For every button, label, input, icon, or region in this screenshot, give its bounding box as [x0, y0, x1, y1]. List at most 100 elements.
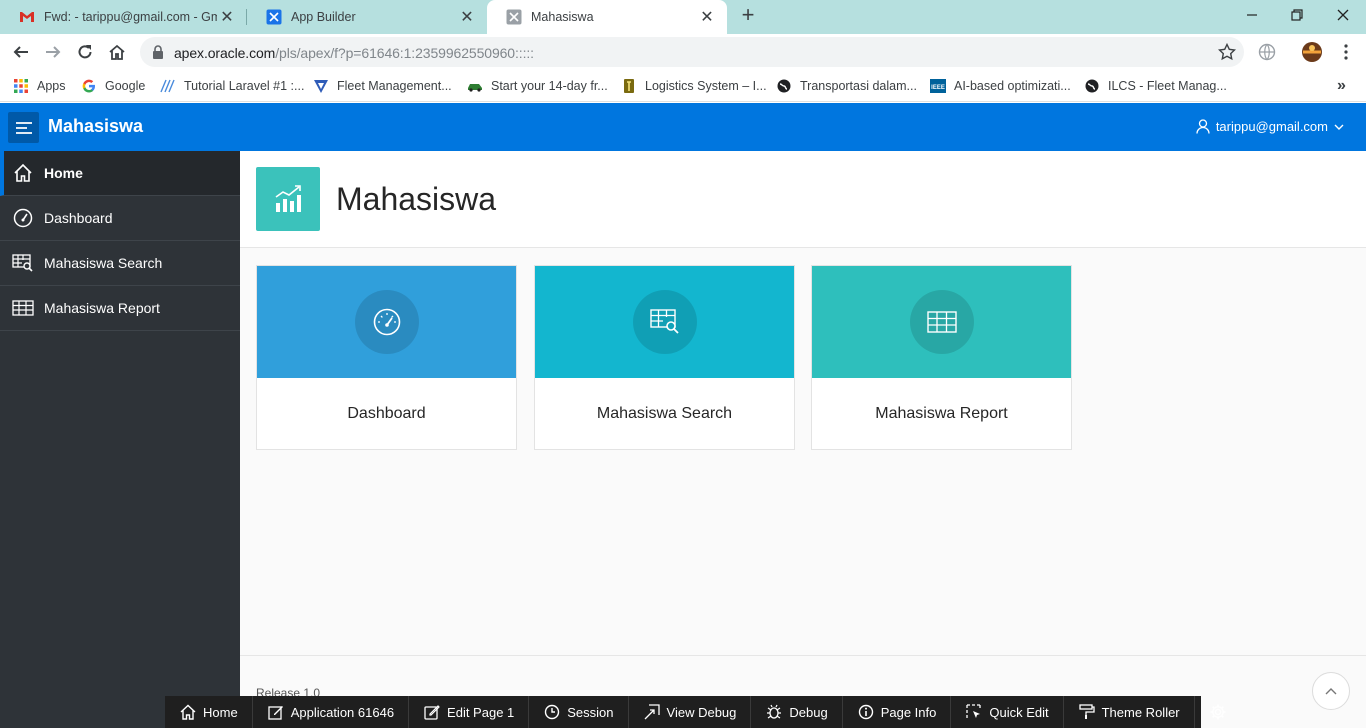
dev-settings-button[interactable] — [1195, 696, 1241, 728]
dev-debug-button[interactable]: Debug — [751, 696, 843, 728]
bookmark-ai-optimization[interactable]: IEEE AI-based optimizati... — [930, 77, 1071, 95]
tab-mahasiswa[interactable]: Mahasiswa ✕ — [487, 0, 727, 34]
user-email: tarippu@gmail.com — [1215, 119, 1328, 134]
close-window-icon[interactable] — [1331, 4, 1355, 26]
chevron-up-icon — [1325, 687, 1337, 695]
url-text: apex.oracle.com/pls/apex/f?p=61646:1:235… — [174, 45, 534, 61]
back-icon[interactable] — [8, 39, 34, 65]
quick-edit-icon — [965, 703, 983, 721]
bookmark-tutorial-laravel[interactable]: Tutorial Laravel #1 :... — [160, 77, 304, 95]
nav-item-label: Mahasiswa Report — [44, 300, 160, 316]
bookmark-label: Tutorial Laravel #1 :... — [184, 79, 305, 93]
bookmark-start-trial[interactable]: Start your 14-day fr... — [467, 77, 608, 95]
dev-session-button[interactable]: Session — [529, 696, 629, 728]
dev-label: Quick Edit — [989, 704, 1049, 720]
dev-application-button[interactable]: Application 61646 — [253, 696, 410, 728]
table-search-icon — [632, 290, 697, 354]
table-icon — [909, 290, 974, 354]
minimize-icon[interactable] — [1240, 4, 1264, 26]
bookmark-label: Apps — [37, 79, 66, 93]
dev-edit-page-button[interactable]: Edit Page 1 — [409, 696, 530, 728]
dev-home-button[interactable]: Home — [165, 696, 253, 728]
card-dashboard[interactable]: Dashboard — [256, 265, 517, 450]
side-navigation: Home Dashboard Mahasiswa Search Mahasisw… — [0, 151, 240, 728]
nav-item-label: Home — [44, 165, 83, 181]
bookmark-label: Start your 14-day fr... — [491, 79, 608, 93]
bookmark-transportasi[interactable]: Transportasi dalam... — [776, 77, 917, 95]
tab-title: App Builder — [291, 10, 356, 24]
gear-icon — [1209, 703, 1227, 721]
table-icon — [12, 297, 34, 319]
app-name[interactable]: Mahasiswa — [48, 116, 143, 137]
home-icon — [179, 703, 197, 721]
restore-icon[interactable] — [1285, 4, 1309, 26]
bookmark-label: Transportasi dalam... — [800, 79, 917, 93]
bookmark-apps[interactable]: Apps — [13, 77, 66, 95]
paint-roller-icon — [1078, 703, 1096, 721]
bookmark-star-icon[interactable] — [1218, 43, 1236, 61]
close-tab-icon[interactable]: ✕ — [217, 7, 237, 27]
browser-toolbar: apex.oracle.com/pls/apex/f?p=61646:1:235… — [0, 34, 1366, 70]
ieee-icon: IEEE — [930, 78, 946, 94]
scroll-to-top-button[interactable] — [1312, 672, 1350, 710]
gmail-icon — [19, 9, 35, 25]
dev-quick-edit-button[interactable]: Quick Edit — [951, 696, 1064, 728]
car-icon — [467, 78, 483, 94]
bug-icon — [765, 703, 783, 721]
dev-page-info-button[interactable]: Page Info — [843, 696, 952, 728]
bookmark-fleet-management[interactable]: Fleet Management... — [313, 77, 452, 95]
bookmark-logistics-system[interactable]: Logistics System – I... — [621, 77, 767, 95]
card-band — [535, 266, 794, 378]
reload-icon[interactable] — [72, 39, 98, 65]
chart-growth-icon — [256, 167, 320, 231]
app-builder-icon — [266, 9, 282, 25]
nav-item-home[interactable]: Home — [0, 151, 240, 196]
home-browser-icon[interactable] — [104, 39, 130, 65]
dev-label: Application 61646 — [290, 704, 395, 720]
close-tab-icon[interactable]: ✕ — [697, 7, 717, 27]
globe-icon — [1084, 78, 1100, 94]
dev-label: Debug — [789, 704, 828, 720]
dev-label: Home — [203, 704, 238, 720]
card-mahasiswa-search[interactable]: Mahasiswa Search — [534, 265, 795, 450]
hero-region: Mahasiswa — [240, 151, 1366, 248]
view-debug-icon — [643, 703, 661, 721]
user-icon — [1196, 119, 1210, 134]
card-mahasiswa-report[interactable]: Mahasiswa Report — [811, 265, 1072, 450]
google-icon — [81, 78, 97, 94]
nav-item-mahasiswa-report[interactable]: Mahasiswa Report — [0, 286, 240, 331]
forward-icon[interactable] — [40, 39, 66, 65]
nav-item-mahasiswa-search[interactable]: Mahasiswa Search — [0, 241, 240, 286]
url-path: /pls/apex/f?p=61646:1:2359962550960::::: — [275, 45, 534, 61]
close-tab-icon[interactable]: ✕ — [457, 7, 477, 27]
gauge-icon — [354, 290, 419, 354]
dev-label: Edit Page 1 — [447, 704, 515, 720]
nav-menu-toggle[interactable] — [8, 112, 39, 143]
user-menu[interactable]: tarippu@gmail.com — [1196, 119, 1344, 134]
tab-gmail[interactable]: Fwd: - tarippu@gmail.com - Gmail ✕ — [0, 0, 247, 34]
hamburger-icon — [15, 121, 32, 134]
browser-menu-icon[interactable] — [1333, 39, 1359, 65]
bookmark-google[interactable]: Google — [81, 77, 145, 95]
bookmarks-overflow-button[interactable]: » — [1337, 77, 1346, 95]
dev-theme-roller-button[interactable]: Theme Roller — [1064, 696, 1195, 728]
nav-item-dashboard[interactable]: Dashboard — [0, 196, 240, 241]
dev-label: Theme Roller — [1101, 704, 1180, 720]
profile-avatar[interactable] — [1299, 39, 1325, 65]
nav-item-label: Dashboard — [44, 210, 113, 226]
table-search-icon — [12, 252, 34, 274]
lock-icon — [152, 45, 164, 59]
fleet-icon — [313, 78, 329, 94]
dev-view-debug-button[interactable]: View Debug — [629, 696, 752, 728]
bookmark-ilcs-fleet[interactable]: ILCS - Fleet Manag... — [1084, 77, 1227, 95]
bookmark-label: Logistics System – I... — [645, 79, 767, 93]
nav-item-label: Mahasiswa Search — [44, 255, 163, 271]
tab-app-builder[interactable]: App Builder ✕ — [247, 0, 487, 34]
edit-app-icon — [267, 703, 285, 721]
extension-globe-icon[interactable] — [1254, 39, 1280, 65]
address-bar[interactable]: apex.oracle.com/pls/apex/f?p=61646:1:235… — [140, 37, 1244, 67]
browser-tab-strip: Fwd: - tarippu@gmail.com - Gmail ✕ App B… — [0, 0, 1366, 34]
home-icon — [12, 162, 34, 184]
clock-icon — [543, 703, 561, 721]
new-tab-button[interactable]: + — [737, 4, 759, 27]
